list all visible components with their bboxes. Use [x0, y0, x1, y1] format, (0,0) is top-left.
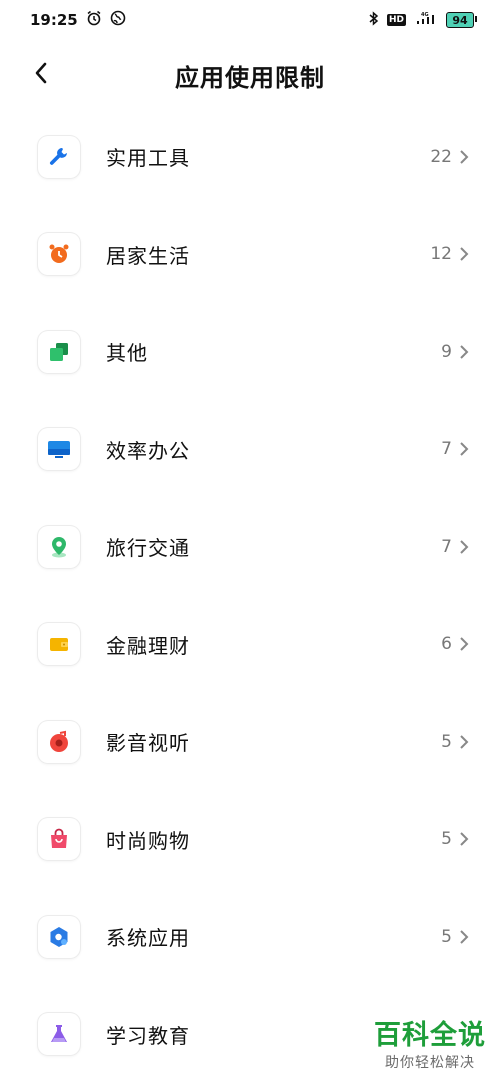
- flask-icon: [38, 1013, 80, 1056]
- music-disc-icon: [38, 720, 80, 763]
- shopping-bag-icon: [38, 818, 80, 861]
- alarm-clock-icon: [38, 233, 80, 276]
- item-count: 7: [441, 536, 452, 557]
- monitor-icon: [38, 428, 80, 471]
- status-bar: 19:25 HD 4G 94: [0, 0, 500, 40]
- list-item-home-life[interactable]: 居家生活 12: [0, 206, 500, 304]
- list-item-other[interactable]: 其他 9: [0, 303, 500, 401]
- item-label: 影音视听: [106, 731, 190, 756]
- list-item-travel[interactable]: 旅行交通 7: [0, 498, 500, 596]
- watermark-title: 百科全说: [374, 1020, 486, 1051]
- item-label: 时尚购物: [106, 828, 190, 853]
- chevron-right-icon: [460, 247, 469, 261]
- item-count: 12: [430, 244, 452, 265]
- item-label: 居家生活: [106, 243, 190, 268]
- list-item-utility-tools[interactable]: 实用工具 22: [0, 108, 500, 206]
- item-label: 效率办公: [106, 438, 190, 463]
- item-count: 5: [441, 926, 452, 947]
- system-gear-icon: [38, 915, 80, 958]
- item-count: 6: [441, 634, 452, 655]
- list-item-finance[interactable]: 金融理财 6: [0, 596, 500, 694]
- list-item-office[interactable]: 效率办公 7: [0, 401, 500, 499]
- chevron-right-icon: [460, 150, 469, 164]
- watermark: 百科全说 助你轻松解决: [374, 1020, 486, 1072]
- chevron-right-icon: [460, 442, 469, 456]
- page-title: 应用使用限制: [175, 64, 325, 92]
- chevron-right-icon: [460, 637, 469, 651]
- header: 应用使用限制: [0, 50, 500, 94]
- chevron-right-icon: [460, 832, 469, 846]
- item-count: 22: [430, 146, 452, 167]
- item-label: 旅行交通: [106, 536, 190, 561]
- watermark-subtitle: 助你轻松解决: [385, 1055, 475, 1071]
- item-count: 9: [441, 341, 452, 362]
- item-label: 实用工具: [106, 146, 190, 171]
- wallet-icon: [38, 623, 80, 666]
- list-item-media[interactable]: 影音视听 5: [0, 693, 500, 791]
- list-item-shopping[interactable]: 时尚购物 5: [0, 791, 500, 889]
- list-item-system-apps[interactable]: 系统应用 5: [0, 888, 500, 986]
- item-label: 系统应用: [106, 926, 190, 951]
- squares-icon: [38, 330, 80, 373]
- item-label: 其他: [106, 341, 148, 366]
- chevron-right-icon: [460, 930, 469, 944]
- wrench-icon: [38, 135, 80, 178]
- globe-icon: [110, 10, 126, 30]
- hd-badge: HD: [386, 14, 406, 26]
- signal-icon: 4G: [414, 11, 438, 29]
- item-label: 学习教育: [106, 1023, 190, 1048]
- chevron-right-icon: [460, 735, 469, 749]
- bluetooth-icon: [369, 10, 379, 30]
- chevron-right-icon: [460, 540, 469, 554]
- location-pin-icon: [38, 525, 80, 568]
- item-count: 5: [441, 829, 452, 850]
- chevron-right-icon: [460, 345, 469, 359]
- alarm-icon: [86, 10, 102, 30]
- item-count: 7: [441, 439, 452, 460]
- item-count: 5: [441, 731, 452, 752]
- category-list: 实用工具 22 居家生活 12 其他 9 效率办公 7 旅行交通 7 金融理财 …: [0, 108, 500, 1083]
- status-time: 19:25: [30, 11, 78, 29]
- battery-indicator: 94: [446, 12, 477, 28]
- item-label: 金融理财: [106, 633, 190, 658]
